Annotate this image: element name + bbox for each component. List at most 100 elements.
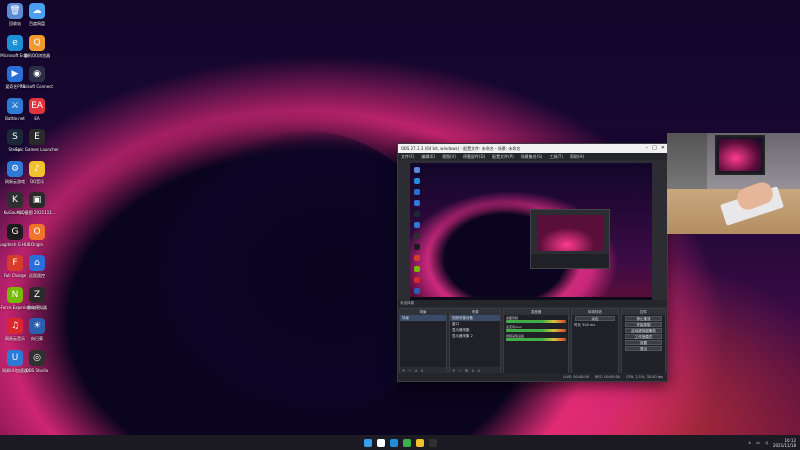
obs-preview[interactable]	[410, 163, 652, 300]
down-icon[interactable]: ∨	[421, 368, 424, 373]
desktop-icon-label: Ubisoft Connect	[21, 84, 53, 89]
mixer-channel: 桌面音频	[504, 315, 568, 324]
menu-item[interactable]: 帮助(H)	[570, 154, 584, 160]
desktop-icon[interactable]: ◎ OBS Studio	[22, 349, 52, 373]
duration-row: 时长 300 ms	[572, 322, 618, 328]
desktop-icon-label: 雷电模拟器	[27, 304, 47, 310]
obs-title: OBS 27.1.3 (64 bit, windows) - 配置文件: 未命名…	[401, 145, 521, 151]
app-icon: ▣	[29, 192, 45, 208]
menu-item[interactable]: 配置文件(P)	[492, 154, 514, 160]
desktop-icon[interactable]: Z 雷电模拟器	[22, 286, 52, 310]
app-icon: K	[7, 192, 23, 208]
desktop-icon[interactable]: EA EA	[22, 97, 52, 121]
desktop-icon[interactable]: ⌂ 远程遥控	[22, 255, 52, 278]
volume-meter[interactable]	[506, 329, 566, 332]
desktop-icon[interactable]: Q 腾讯QQ浏览器	[22, 34, 52, 58]
sources-dock: 来源 视频采集设备 窗口 显示器采集 显示器采集 2 + − ⚙ ∧ ∨	[449, 308, 501, 374]
app-icon: ♪	[29, 160, 45, 177]
desktop-icon-label: 腾讯QQ浏览器	[23, 52, 51, 58]
up-icon[interactable]: ∧	[471, 368, 474, 373]
chevron-up-icon[interactable]: ∧	[748, 440, 751, 445]
transition-select[interactable]: 淡出	[575, 316, 615, 321]
minimize-icon[interactable]: –	[646, 145, 649, 151]
desktop-icon-label: OBS Studio	[25, 367, 49, 373]
edge-icon[interactable]	[389, 438, 398, 447]
system-tray: ∧ ▭ ◁ 10:12 2021/11/18	[748, 435, 796, 450]
menu-item[interactable]: 编辑(E)	[421, 154, 435, 160]
app-icon: EA	[29, 97, 45, 114]
studio-mode-button[interactable]: 工作室模式	[625, 334, 662, 339]
obs-titlebar[interactable]: OBS 27.1.3 (64 bit, windows) - 配置文件: 未命名…	[398, 144, 667, 153]
menu-item[interactable]: 工具(T)	[549, 154, 563, 160]
app-icon: Q	[29, 34, 45, 51]
down-icon[interactable]: ∨	[477, 368, 480, 373]
desktop-icon-label: QQ截图 2021111...	[18, 210, 56, 215]
menu-item[interactable]: 文件(F)	[401, 154, 414, 160]
settings-button[interactable]: 设置	[625, 340, 662, 345]
desktop-icon[interactable]: ☁ 百度网盘	[22, 3, 52, 26]
start-recording-button[interactable]: 开始录制	[625, 322, 662, 327]
volume-meter[interactable]	[506, 320, 566, 323]
desktop-icon-label: 回收站	[9, 21, 21, 26]
obs-icon[interactable]	[428, 438, 437, 447]
cpu-status: CPU: 2.1%, 30.00 fps	[626, 375, 663, 379]
gear-icon[interactable]: ⚙	[465, 368, 469, 373]
up-icon[interactable]: ∧	[415, 368, 418, 373]
taskbar: ∧ ▭ ◁ 10:12 2021/11/18	[0, 435, 800, 450]
desktop-icon[interactable]: ♪ QQ音乐	[22, 160, 52, 184]
desktop-icon-label: Epic Games Launcher	[15, 147, 59, 152]
preview-nested-obs	[530, 209, 610, 269]
stop-stream-button[interactable]: 停止推流	[625, 316, 662, 321]
clock[interactable]: 10:12 2021/11/18	[773, 438, 796, 448]
menu-item[interactable]: 停靠部件(D)	[463, 154, 485, 160]
windows-start-icon[interactable]	[363, 438, 372, 447]
desktop-icon-label: QQ音乐	[29, 178, 45, 184]
source-item[interactable]: 显示器采集 2	[450, 333, 500, 339]
desktop-icon[interactable]: ☀ 向日葵	[22, 318, 52, 341]
source-toolbar: 未选择源	[398, 300, 667, 307]
add-icon[interactable]: +	[452, 368, 455, 373]
no-source-label: 未选择源	[400, 301, 414, 305]
controls-dock: 控件 停止推流 开始录制 启动虚拟摄像机 工作室模式 设置 退出	[621, 308, 666, 374]
scene-item[interactable]: 场景	[400, 315, 446, 321]
volume-icon[interactable]: ◁	[765, 440, 768, 445]
virtual-camera-button[interactable]: 启动虚拟摄像机	[625, 328, 662, 333]
search-icon[interactable]	[376, 438, 385, 447]
duration-label: 时长	[574, 323, 581, 327]
desktop-icon[interactable]: ◉ Ubisoft Connect	[21, 66, 53, 89]
close-icon[interactable]: ✕	[661, 145, 665, 151]
remove-icon[interactable]: −	[408, 368, 411, 373]
app-icon: 🗑	[7, 3, 23, 19]
taskbar-apps	[363, 438, 437, 447]
exit-button[interactable]: 退出	[625, 346, 662, 351]
qq-music-icon[interactable]	[415, 438, 424, 447]
duration-input[interactable]: 300 ms	[582, 323, 595, 327]
maximize-icon[interactable]: □	[652, 145, 657, 151]
app-icon: S	[7, 129, 23, 145]
app-icon: e	[7, 34, 23, 51]
app-icon: E	[29, 129, 45, 145]
app-icon: F	[7, 255, 23, 271]
obs-window[interactable]: OBS 27.1.3 (64 bit, windows) - 配置文件: 未命名…	[397, 143, 668, 382]
app-icon: ◎	[29, 349, 45, 366]
app-icon: ⚔	[7, 97, 23, 114]
mixer-dock: 混音器 桌面音频 麦克风/Aux 视频采集设备	[503, 308, 569, 374]
add-icon[interactable]: +	[402, 368, 405, 373]
desktop-icon[interactable]: E Epic Games Launcher	[15, 129, 59, 152]
clock-date: 2021/11/18	[772, 442, 796, 448]
xbox-icon[interactable]	[402, 438, 411, 447]
menu-item[interactable]: 视图(V)	[442, 154, 456, 160]
obs-menubar: 文件(F) 编辑(E) 视图(V) 停靠部件(D) 配置文件(P) 场景集合(S) 工具(T…	[398, 153, 667, 160]
desktop-icon[interactable]: ▣ QQ截图 2021111...	[18, 192, 56, 215]
webcam-overlay	[667, 133, 800, 234]
network-icon[interactable]: ▭	[756, 440, 760, 445]
desktop-icon[interactable]: O Origin	[22, 223, 52, 247]
remove-icon[interactable]: −	[458, 368, 461, 373]
app-icon: O	[29, 223, 45, 240]
volume-meter[interactable]	[506, 338, 566, 341]
menu-item[interactable]: 场景集合(S)	[521, 154, 543, 160]
mixer-channel: 视频采集设备	[504, 333, 568, 342]
live-status: LIVE: 00:00:00	[563, 375, 589, 379]
desktop-icon-label: 远程遥控	[29, 273, 45, 278]
app-icon: ♫	[7, 318, 23, 334]
